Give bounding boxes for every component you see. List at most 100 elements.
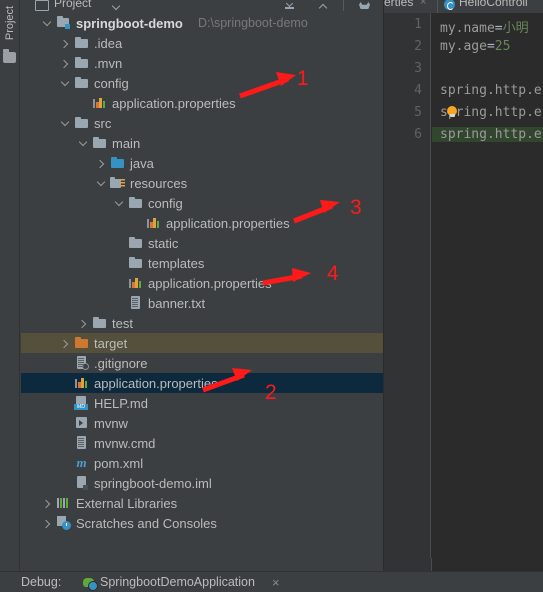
tree-expand-arrow-collapsed[interactable] (59, 338, 70, 349)
tree-row-label: External Libraries (76, 495, 178, 511)
tree-row[interactable]: springboot-demo.iml (21, 473, 383, 493)
annotation-number-1: 1 (297, 67, 309, 90)
tree-row[interactable]: static (21, 233, 383, 253)
tree-row[interactable]: config (21, 73, 383, 93)
tree-row-label: HELP.md (94, 395, 148, 411)
gitignore-file-icon (74, 355, 89, 370)
debug-label: Debug: (21, 575, 62, 589)
tree-row-label: templates (148, 255, 205, 271)
project-panel-header: Project (21, 0, 383, 13)
tree-expand-arrow-collapsed[interactable] (41, 498, 52, 509)
java-class-icon (444, 0, 455, 10)
tree-row-label: .mvn (94, 55, 123, 71)
intention-bulb-icon[interactable] (446, 106, 458, 118)
tree-expand-arrow-expanded[interactable] (59, 78, 70, 89)
properties-file-icon (92, 95, 107, 110)
properties-file-icon (146, 215, 161, 230)
tree-row[interactable]: main (21, 133, 383, 153)
tree-row[interactable]: m pom.xml (21, 453, 383, 473)
tree-row[interactable]: banner.txt (21, 293, 383, 313)
scroll-up-icon[interactable] (318, 0, 331, 10)
tree-row-label: banner.txt (148, 295, 206, 311)
tree-row-label: mvnw.cmd (94, 435, 156, 451)
folder-icon (74, 55, 89, 70)
tree-expand-arrow-expanded[interactable] (77, 138, 88, 149)
settings-gear-icon[interactable] (358, 0, 371, 10)
scratches-icon (56, 515, 71, 530)
code-line: my.age=25 (440, 39, 510, 54)
tree-row[interactable]: mvnw (21, 413, 383, 433)
tree-expand-arrow-collapsed[interactable] (59, 38, 70, 49)
tree-row[interactable]: mvnw.cmd (21, 433, 383, 453)
line-number: 6 (414, 127, 422, 142)
annotation-number-2: 2 (265, 381, 277, 404)
line-number: 2 (414, 39, 422, 54)
tree-row[interactable]: .mvn (21, 53, 383, 73)
text-file-icon (74, 435, 89, 450)
tree-row[interactable]: application.properties (21, 213, 383, 233)
tree-row[interactable]: springboot-demo D:\springboot-demo (21, 13, 383, 33)
tree-row[interactable]: java (21, 153, 383, 173)
resources-folder-icon (110, 175, 125, 190)
tree-expand-arrow-collapsed[interactable] (95, 158, 106, 169)
tree-expand-arrow-expanded[interactable] (113, 198, 124, 209)
editor-tab-bar: erties × HelloControll (384, 0, 543, 13)
code-line: spring.http.e (432, 127, 543, 142)
tree-expand-arrow-expanded[interactable] (95, 178, 106, 189)
tree-expand-arrow-collapsed[interactable] (41, 518, 52, 529)
editor-tab-close-icon[interactable]: × (420, 0, 426, 8)
window-icon[interactable] (35, 0, 49, 11)
editor-tab-properties[interactable]: erties (384, 0, 413, 9)
tree-row-label: target (94, 335, 128, 351)
code-value: 25 (494, 39, 511, 54)
chevron-down-icon[interactable] (110, 0, 123, 10)
tree-row[interactable]: application.properties (21, 373, 383, 393)
tree-row[interactable]: resources (21, 173, 383, 193)
tree-expand-arrow-collapsed[interactable] (77, 318, 88, 329)
external-libraries-icon (56, 495, 71, 510)
code-key: my.age (440, 39, 487, 54)
folder-icon (74, 115, 89, 130)
tree-row-label: application.properties (94, 375, 218, 391)
tree-row[interactable]: target (21, 333, 383, 353)
properties-file-icon (74, 375, 89, 390)
folder-icon (128, 235, 143, 250)
tree-row-path: D:\springboot-demo (198, 16, 308, 30)
tree-expand-arrow-expanded[interactable] (41, 18, 52, 29)
tree-row[interactable]: test (21, 313, 383, 333)
iml-file-icon (74, 475, 89, 490)
tree-expand-arrow-expanded[interactable] (59, 118, 70, 129)
tree-row[interactable]: .gitignore (21, 353, 383, 373)
tree-row-label: main (112, 135, 141, 151)
tree-row-label: application.properties (148, 275, 272, 291)
tree-row-label: resources (130, 175, 188, 191)
tool-window-stripe-left: Project (0, 0, 20, 571)
tree-row[interactable]: config (21, 193, 383, 213)
folder-icon (128, 255, 143, 270)
tree-row[interactable]: .idea (21, 33, 383, 53)
tree-row-label: test (112, 315, 133, 331)
editor-tab-hellocontroller[interactable]: HelloControll (459, 0, 528, 9)
tree-row[interactable]: application.properties (21, 93, 383, 113)
annotation-number-3: 3 (350, 196, 362, 219)
line-number: 3 (414, 61, 422, 76)
tree-row[interactable]: External Libraries (21, 493, 383, 513)
code-line: my.name=小明 (440, 17, 529, 36)
folder-icon (74, 75, 89, 90)
tree-row[interactable]: Scratches and Consoles (21, 513, 383, 533)
stripe-tab-project[interactable]: Project (1, 0, 19, 49)
debug-close-icon[interactable]: × (272, 575, 280, 590)
editor-gutter[interactable]: 1 2 3 4 5 6 (384, 13, 431, 558)
code-key: my.name (440, 21, 495, 36)
structure-icon[interactable] (3, 49, 16, 63)
tree-row[interactable]: src (21, 113, 383, 133)
tree-row-label: config (148, 195, 183, 211)
tree-expand-arrow-collapsed[interactable] (59, 58, 70, 69)
editor-code-area[interactable]: my.name=小明 my.age=25 spring.http.e sprin… (432, 13, 543, 558)
idea-window: Project Project springboot-demo D:\spring… (0, 0, 543, 592)
text-file-icon (128, 295, 143, 310)
code-line: spring.http.e (440, 83, 542, 98)
debug-run-configuration[interactable]: SpringbootDemoApplication (100, 575, 255, 589)
tree-row[interactable]: MD HELP.md (21, 393, 383, 413)
collapse-all-icon[interactable] (285, 0, 298, 10)
